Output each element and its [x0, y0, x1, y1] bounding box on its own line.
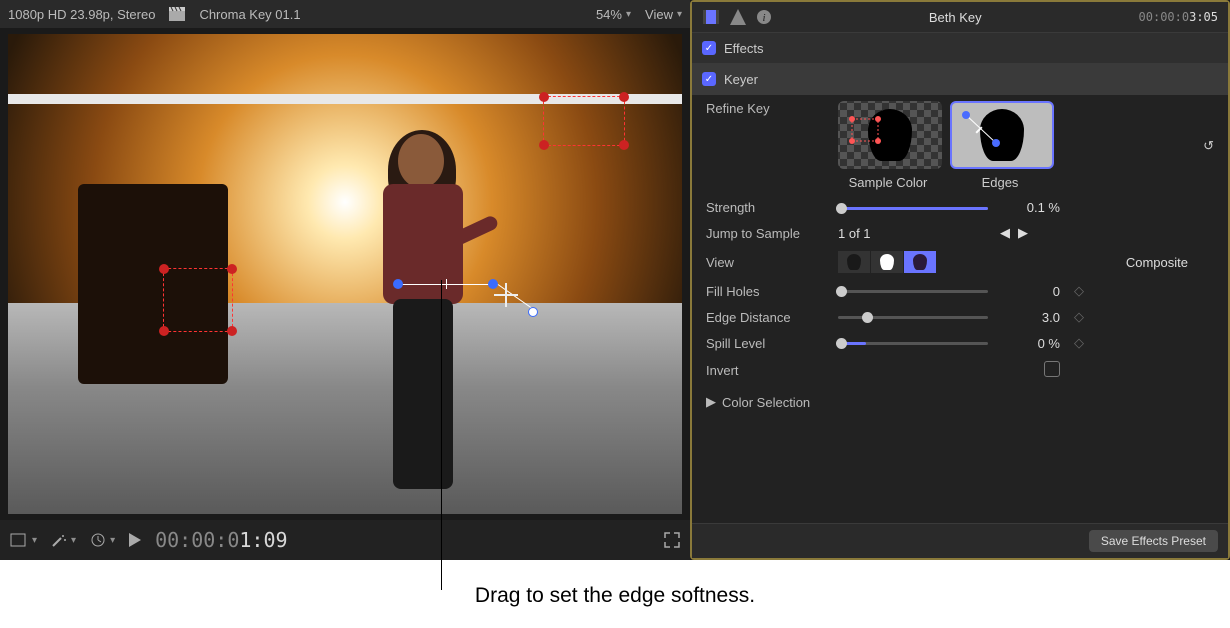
callout-text: Drag to set the edge softness.	[0, 560, 1230, 622]
disclosure-triangle-icon: ▶	[706, 394, 716, 410]
spill-level-slider[interactable]	[838, 336, 988, 350]
viewer-canvas[interactable]	[8, 34, 682, 514]
view-mode-buttons[interactable]	[838, 251, 937, 273]
callout-leader-line	[441, 280, 442, 590]
view-label: View	[706, 255, 826, 270]
edge-softness-handle[interactable]	[446, 279, 447, 289]
effects-header[interactable]: ✓ Effects	[692, 33, 1228, 64]
sample-color-rect[interactable]	[543, 96, 625, 146]
effects-checkbox[interactable]: ✓	[702, 41, 716, 55]
prev-sample-icon: ◀	[1000, 225, 1010, 241]
spill-level-label: Spill Level	[706, 336, 826, 351]
jump-stepper[interactable]: ◀▶	[1000, 225, 1060, 241]
invert-checkbox[interactable]	[1044, 361, 1060, 377]
keyer-header[interactable]: ✓ Keyer	[692, 64, 1228, 95]
inspector-panel: i Beth Key 00:00:03:05 ✓ Effects ✓ Keyer…	[690, 0, 1230, 560]
viewer-topbar: 1080p HD 23.98p, Stereo Chroma Key 01.1 …	[0, 0, 690, 28]
enhance-menu[interactable]: ▾	[51, 532, 76, 548]
svg-text:i: i	[762, 12, 765, 24]
edges-control[interactable]	[398, 279, 528, 319]
edge-distance-slider[interactable]	[838, 310, 988, 324]
edges-tool[interactable]: Edges	[950, 101, 1050, 190]
sample-color-tool[interactable]: Sample Color	[838, 101, 938, 190]
keyer-checkbox[interactable]: ✓	[702, 72, 716, 86]
keyframe-icon[interactable]: ◇	[1072, 283, 1086, 299]
next-sample-icon: ▶	[1018, 225, 1028, 241]
color-selection-disclosure[interactable]: ▶ Color Selection	[706, 390, 1214, 414]
invert-label: Invert	[706, 363, 826, 378]
inspector-clip-name: Beth Key	[772, 10, 1139, 25]
color-inspector-tab[interactable]	[730, 9, 746, 25]
clip-name: Chroma Key 01.1	[199, 7, 300, 22]
video-inspector-tab[interactable]	[702, 9, 720, 25]
chevron-down-icon: ▾	[626, 9, 631, 20]
refine-key-label: Refine Key	[706, 101, 826, 116]
keyframe-icon[interactable]: ◇	[1072, 335, 1086, 351]
strength-slider[interactable]	[838, 201, 988, 215]
sample-color-rect[interactable]	[163, 268, 233, 332]
edge-distance-label: Edge Distance	[706, 310, 826, 325]
save-effects-preset-button[interactable]: Save Effects Preset	[1089, 530, 1218, 552]
reset-icon[interactable]: ↺	[1203, 138, 1214, 154]
transform-menu[interactable]: ▾	[10, 533, 37, 547]
retime-menu[interactable]: ▾	[90, 532, 115, 548]
viewer-timecode: 00:00:01:09	[155, 528, 287, 552]
strength-value[interactable]: 0.1 %	[1000, 200, 1060, 215]
chevron-down-icon: ▾	[677, 9, 682, 20]
fill-holes-label: Fill Holes	[706, 284, 826, 299]
viewer-control-bar: ▾ ▾ ▾ 00:00:01:09	[0, 520, 690, 560]
keyframe-icon[interactable]: ◇	[1072, 309, 1086, 325]
jump-to-sample-label: Jump to Sample	[706, 226, 826, 241]
inspector-timecode: 00:00:03:05	[1139, 10, 1218, 24]
fill-holes-value[interactable]: 0	[1000, 284, 1060, 299]
play-button[interactable]	[129, 533, 141, 547]
strength-label: Strength	[706, 200, 826, 215]
clip-format: 1080p HD 23.98p, Stereo	[8, 7, 155, 22]
fill-holes-slider[interactable]	[838, 284, 988, 298]
zoom-menu[interactable]: 54%▾	[596, 7, 631, 22]
jump-to-sample-value: 1 of 1	[838, 226, 988, 241]
spill-level-value[interactable]: 0 %	[1000, 336, 1060, 351]
fullscreen-button[interactable]	[664, 532, 680, 548]
info-inspector-tab[interactable]: i	[756, 9, 772, 25]
view-value: Composite	[1126, 255, 1188, 270]
clapper-icon[interactable]	[169, 7, 185, 21]
crosshair-cursor	[494, 283, 518, 307]
view-menu[interactable]: View▾	[645, 7, 682, 22]
edge-distance-value[interactable]: 3.0	[1000, 310, 1060, 325]
